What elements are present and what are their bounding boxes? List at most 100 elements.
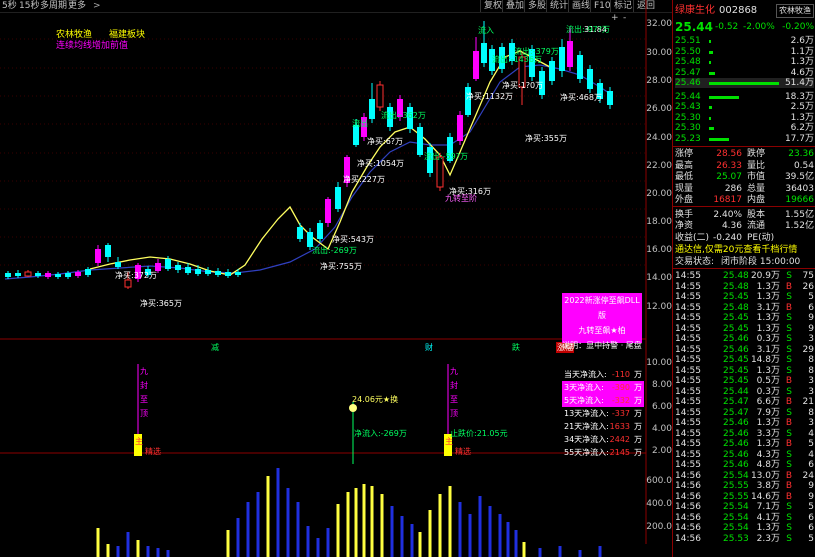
- tick-row[interactable]: 14:56 25.54 1.3万 S 6: [675, 523, 814, 533]
- status-label: 交易状态:: [675, 257, 715, 267]
- tick-row[interactable]: 14:56 25.55 14.6万 B 9: [675, 492, 814, 502]
- bid-price: 25.23: [675, 133, 701, 144]
- stat-label: 总量: [747, 183, 766, 194]
- annotation: 净买:755万: [320, 262, 362, 271]
- tick-row[interactable]: 14:55 25.45 1.3万 S 9: [675, 324, 814, 334]
- tick-price: 25.47: [723, 397, 749, 407]
- tick-row[interactable]: 14:55 25.48 20.9万 S 75: [675, 271, 814, 281]
- tick-time: 14:55: [675, 323, 701, 334]
- tick-row[interactable]: 14:55 25.45 1.3万 S 9: [675, 313, 814, 323]
- tick-row[interactable]: 14:55 25.47 7.9万 S 8: [675, 408, 814, 418]
- ask-row[interactable]: 25.51 2.6万: [675, 36, 814, 46]
- notice-link[interactable]: 通达信,仅需20元查看千档行情: [675, 245, 814, 255]
- flow-row: 当天净流入: -110 万: [562, 368, 644, 381]
- tick-row[interactable]: 14:55 25.46 4.8万 S 6: [675, 460, 814, 470]
- sector-button[interactable]: 农林牧渔: [776, 4, 814, 18]
- tick-count: 29: [802, 344, 814, 355]
- tick-row[interactable]: 14:55 25.44 0.3万 S 3: [675, 387, 814, 397]
- inflow-note: 净流入:-269万: [354, 429, 407, 438]
- signal-icons-2: 九 封 至 顶: [450, 365, 458, 421]
- candle-body: [473, 51, 479, 79]
- flow-unit: 万: [634, 422, 642, 431]
- notice-text[interactable]: 通达信,仅需20元查看千档行情: [675, 245, 797, 255]
- tick-count: 5: [808, 502, 814, 512]
- tick-row[interactable]: 14:55 25.46 4.3万 S 4: [675, 450, 814, 460]
- sector-change-pct: -0.20%: [782, 22, 814, 32]
- tick-row[interactable]: 14:55 25.47 6.6万 B 21: [675, 397, 814, 407]
- tick-row[interactable]: 14:55 25.46 0.3万 S 3: [675, 334, 814, 344]
- signal-nine-icon: 九: [140, 367, 148, 376]
- flow-unit: 万: [634, 448, 642, 457]
- tick-row[interactable]: 14:55 25.45 1.3万 S 5: [675, 292, 814, 302]
- stat-label: 股本: [747, 209, 766, 220]
- candle-body: [457, 115, 463, 141]
- volume-bar: [488, 506, 492, 557]
- volume-bar: [478, 496, 482, 557]
- tick-row[interactable]: 14:56 25.54 13.0万 B 24: [675, 471, 814, 481]
- bid-depth-bar: [709, 106, 712, 109]
- tick-row[interactable]: 14:55 25.45 1.3万 S 8: [675, 366, 814, 376]
- tick-volume: 0.5万: [756, 376, 780, 386]
- tick-row[interactable]: 14:55 25.45 14.8万 S 8: [675, 355, 814, 365]
- tick-count: 4: [808, 449, 814, 460]
- tick-row[interactable]: 14:56 25.54 7.1万 S 5: [675, 502, 814, 512]
- ask-row[interactable]: 25.47 4.6万: [675, 68, 814, 78]
- ask-volume: 51.4万: [784, 78, 814, 88]
- bid-row[interactable]: 25.30 6.2万: [675, 123, 814, 133]
- tick-row[interactable]: 14:55 25.46 1.3万 B 3: [675, 418, 814, 428]
- bid-row[interactable]: 25.44 18.3万: [675, 92, 814, 102]
- tick-volume: 7.1万: [756, 502, 780, 512]
- tick-count: 6: [808, 512, 814, 523]
- ask-depth-bar: [709, 40, 711, 43]
- price-change: -0.52: [715, 22, 739, 32]
- tick-row[interactable]: 14:56 25.55 3.8万 B 9: [675, 481, 814, 491]
- tick-time: 14:55: [675, 302, 701, 313]
- ask-price: 25.51: [675, 36, 701, 46]
- tick-direction: B: [785, 397, 792, 407]
- volume-axis: 600.0 400.0 200.0: [646, 470, 672, 557]
- tick-row[interactable]: 14:55 25.46 3.1万 S 29: [675, 345, 814, 355]
- tick-direction: S: [786, 292, 792, 302]
- tick-direction: B: [785, 481, 792, 491]
- volume-bar: [116, 546, 120, 557]
- ask-row[interactable]: 25.48 1.3万: [675, 57, 814, 67]
- tick-row[interactable]: 14:55 25.48 1.3万 B 26: [675, 282, 814, 292]
- stat-value: -0.240: [712, 232, 742, 243]
- bid-row[interactable]: 25.23 17.7万: [675, 134, 814, 144]
- bid-row[interactable]: 25.43 2.5万: [675, 102, 814, 112]
- ad-box[interactable]: 2022新涨停至飙DLL版 九转至飙★柏 说明：显中持警 · 尾盘: [562, 293, 642, 350]
- ask-row[interactable]: 25.46 51.4万: [675, 78, 814, 88]
- tick-count: 3: [808, 418, 814, 428]
- stat-label: 收益(二): [675, 232, 710, 243]
- tick-direction: B: [785, 418, 792, 428]
- bid-row[interactable]: 25.30 1.3万: [675, 113, 814, 123]
- tick-direction: S: [786, 323, 792, 334]
- tick-count: 9: [808, 481, 814, 491]
- candle-body: [369, 99, 375, 119]
- tick-price: 25.46: [723, 428, 749, 439]
- tick-price: 25.46: [723, 344, 749, 355]
- tick-volume: 3.1万: [756, 302, 780, 313]
- tick-row[interactable]: 14:56 25.53 2.3万 S 5: [675, 534, 814, 544]
- candle-body: [417, 127, 423, 155]
- tick-direction: B: [785, 491, 792, 502]
- tick-row[interactable]: 14:55 25.46 3.3万 S 4: [675, 429, 814, 439]
- candle-body: [15, 273, 21, 276]
- tick-row[interactable]: 14:56 25.54 4.1万 S 6: [675, 513, 814, 523]
- tick-row[interactable]: 14:55 25.45 0.5万 B 3: [675, 376, 814, 386]
- candle-body: [95, 249, 101, 263]
- price-tick: 14.00: [646, 273, 672, 283]
- tick-count: 4: [808, 428, 814, 439]
- annotation: 流出:-97?万: [566, 25, 611, 34]
- stat-label: 内盘: [747, 195, 766, 205]
- stat-label: 外盘: [675, 195, 694, 205]
- tick-row[interactable]: 14:55 25.48 3.1万 B 6: [675, 303, 814, 313]
- candle-body: [215, 271, 221, 275]
- tick-row[interactable]: 14:55 25.46 1.3万 B 5: [675, 439, 814, 449]
- tick-price: 25.54: [723, 502, 749, 512]
- tick-count: 8: [808, 365, 814, 376]
- ask-row[interactable]: 25.50 1.1万: [675, 47, 814, 57]
- stat-label: PE(动): [747, 232, 775, 243]
- stat-row: 收益(二) -0.240 PE(动): [675, 233, 814, 243]
- flow-value: -337: [611, 409, 630, 418]
